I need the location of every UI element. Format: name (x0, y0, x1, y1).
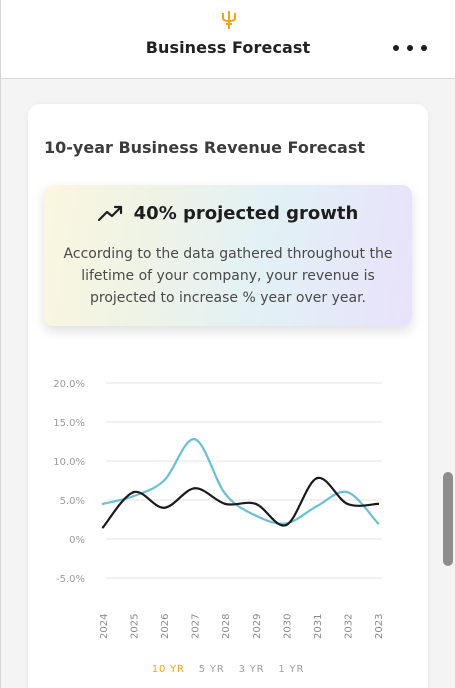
more-dot (407, 45, 413, 51)
x-tick-label: 2024 (99, 614, 110, 639)
x-tick-label: 2026 (160, 614, 171, 639)
y-tick-label: 15.0% (53, 418, 85, 429)
data-point (376, 522, 380, 525)
data-point (132, 491, 135, 494)
x-tick-label: 2029 (252, 614, 263, 639)
data-point (254, 502, 257, 506)
range-tab[interactable]: 3 YR (239, 664, 265, 675)
top-header: Business Forecast (1, 0, 455, 79)
x-tick-label: 2031 (313, 614, 324, 639)
range-tab[interactable]: 5 YR (199, 664, 225, 675)
data-point (162, 506, 166, 509)
data-point (101, 502, 105, 506)
y-tick-label: -5.0% (56, 574, 85, 585)
x-tick-label: 2028 (221, 614, 232, 639)
range-tabs: 10 YR 5 YR 3 YR 1 YR (28, 664, 428, 675)
data-point (285, 523, 288, 527)
y-tick-label: 20.0% (53, 379, 85, 390)
data-point (346, 502, 349, 506)
data-point (346, 491, 349, 494)
data-point (193, 487, 196, 490)
trident-icon (220, 10, 238, 30)
revenue-forecast-chart: 20.0% 15.0% 10.0% 5.0% 0% -5.0% 2024 2025 2026 20… (53, 379, 385, 639)
x-tick-label: 2023 (374, 614, 385, 639)
range-tab[interactable]: 1 YR (278, 664, 304, 675)
more-horizontal-icon (393, 45, 399, 51)
series-line-black (101, 476, 380, 529)
data-point (254, 514, 257, 517)
x-tick-label: 2025 (130, 614, 141, 639)
y-tick-label: 5.0% (60, 496, 85, 507)
y-tick-label: 0% (69, 535, 85, 546)
data-point (224, 502, 227, 506)
more-options-button[interactable] (393, 38, 427, 58)
data-point (315, 505, 319, 508)
forecast-card: 10-year Business Revenue Forecast 40% pr… (28, 104, 428, 688)
scrollbar-thumb[interactable] (443, 472, 453, 566)
data-point (132, 494, 135, 498)
series-line-blue (101, 438, 380, 525)
app-window: Business Forecast 10-year Business Reven… (0, 0, 456, 688)
data-point (315, 476, 319, 480)
range-tab[interactable]: 10 YR (152, 664, 185, 675)
data-point (162, 479, 166, 482)
x-tick-label: 2032 (343, 614, 354, 639)
data-point (193, 437, 196, 441)
data-point (224, 492, 227, 495)
page-title: Business Forecast (145, 38, 311, 57)
y-tick-label: 10.0% (53, 457, 85, 468)
data-point (376, 502, 380, 506)
x-tick-label: 2030 (282, 614, 293, 639)
data-point (101, 526, 105, 529)
x-tick-label: 2027 (191, 614, 202, 639)
more-dot (421, 45, 427, 51)
